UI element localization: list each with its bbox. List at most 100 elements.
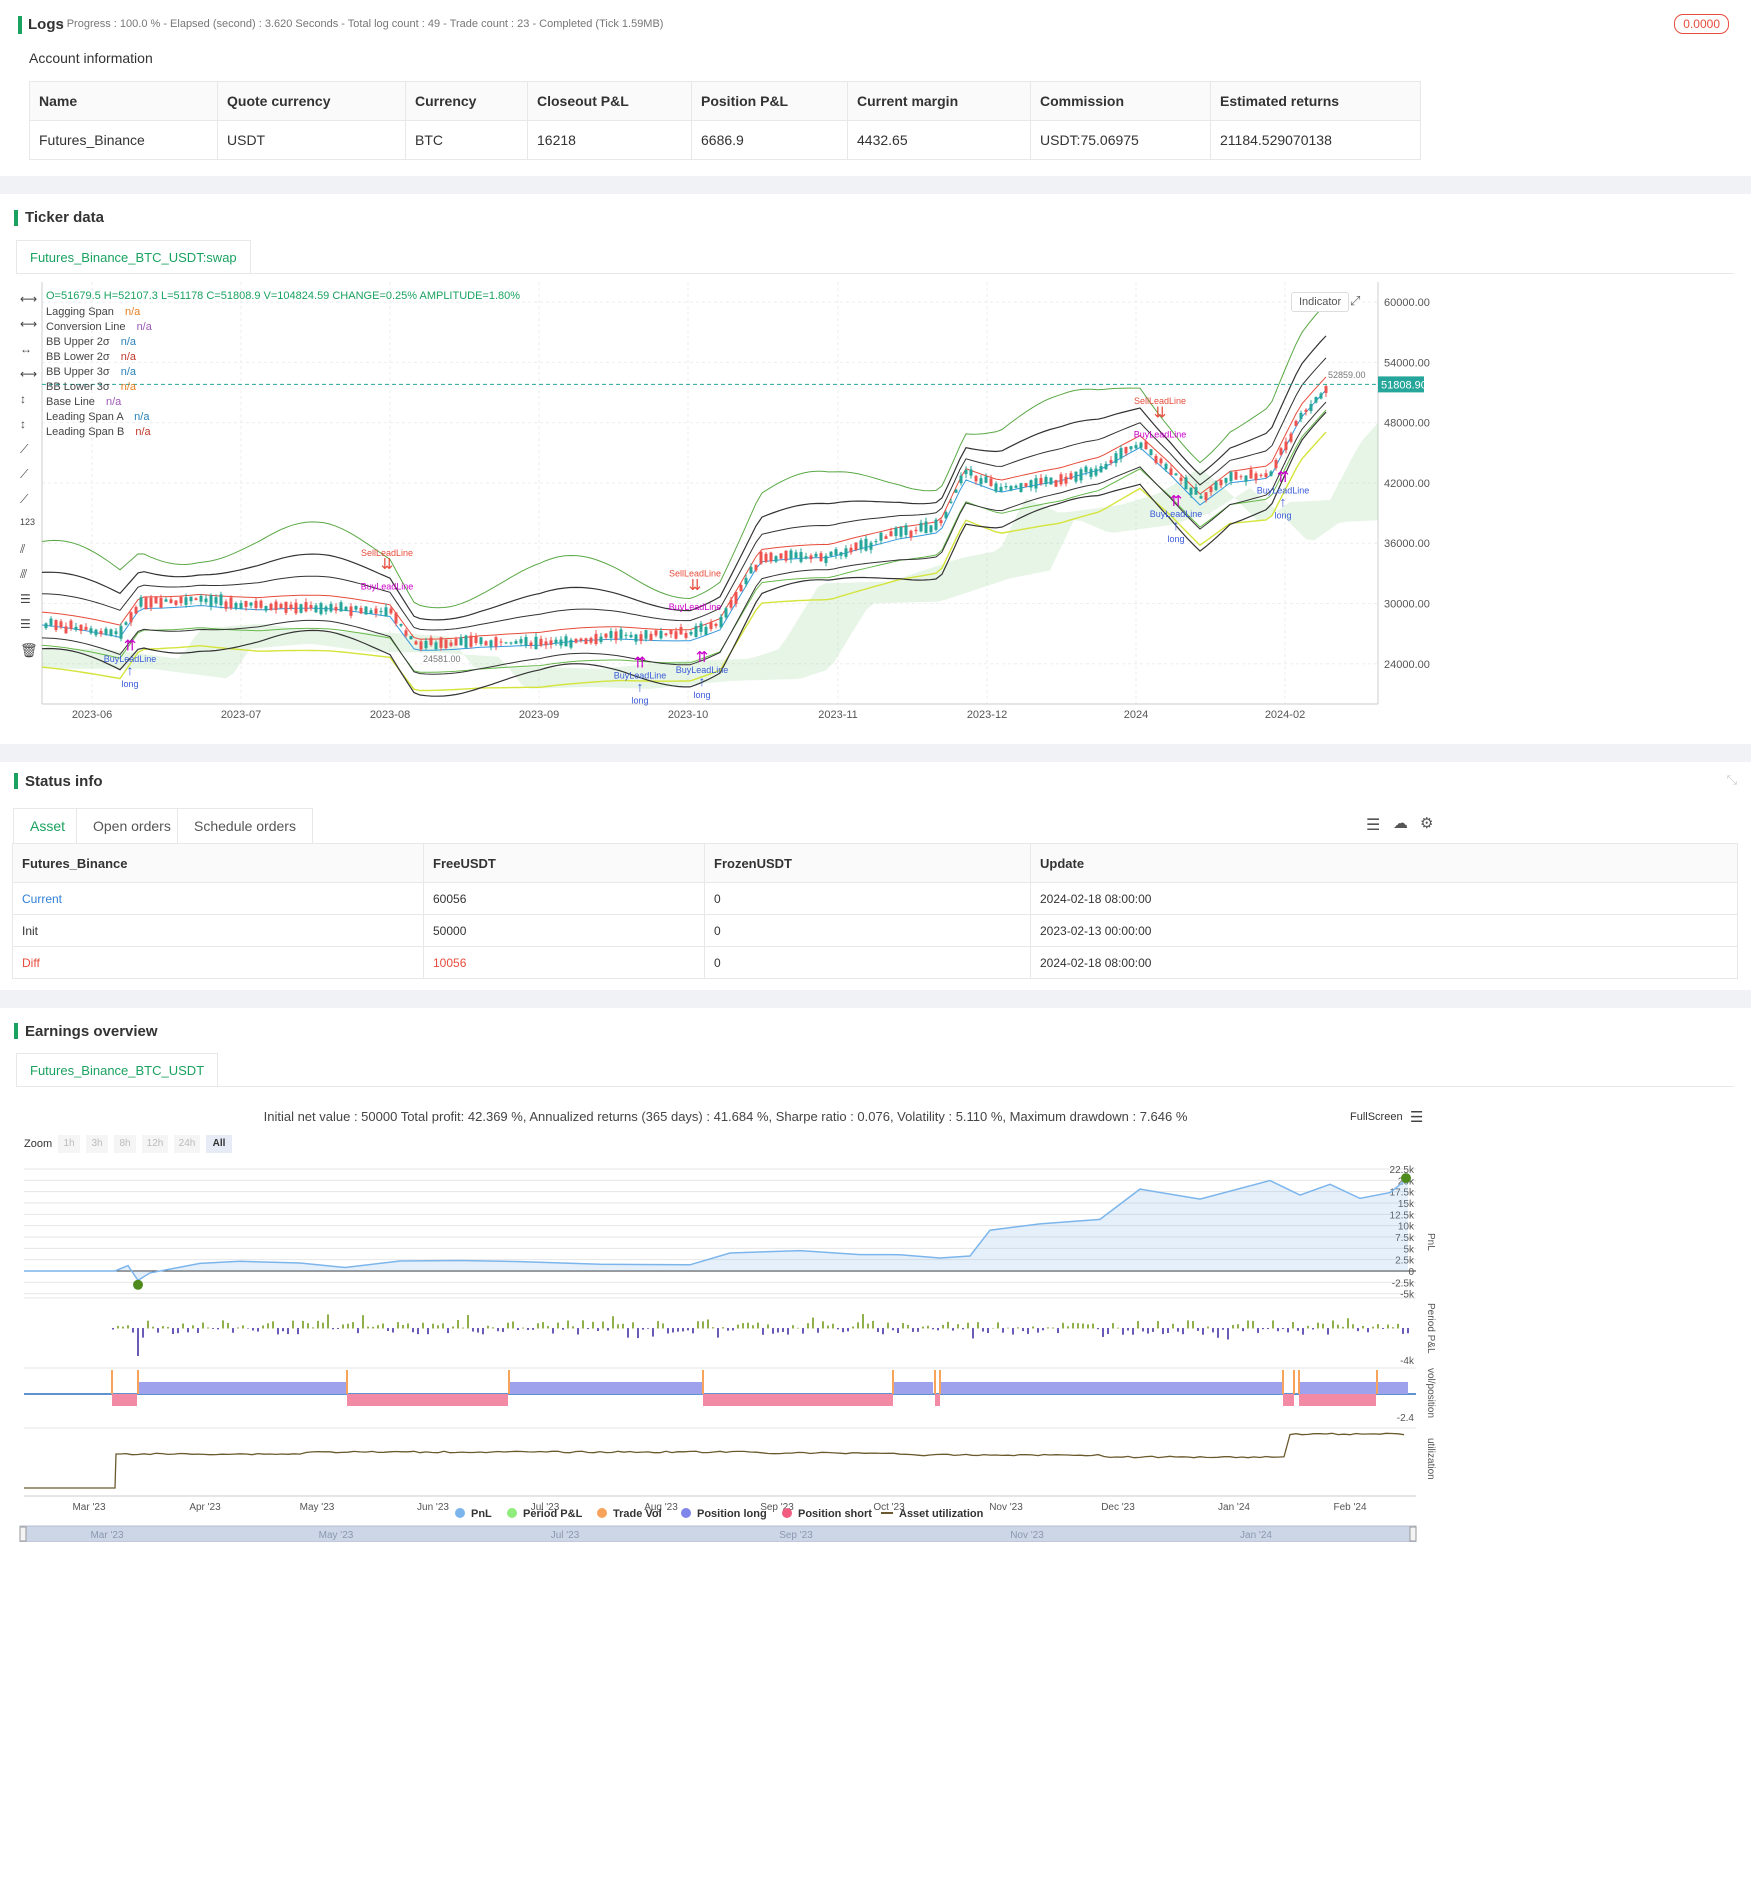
account-header-row: Name Quote currency Currency Closeout P&… [29, 81, 1421, 121]
earnings-accent [14, 1023, 18, 1039]
row-label-current[interactable]: Current [12, 882, 424, 915]
fullscreen-button[interactable]: FullScreen [1350, 1111, 1403, 1123]
tab-asset[interactable]: Asset [13, 808, 83, 843]
period-bar [802, 1328, 804, 1334]
period-bar [327, 1314, 329, 1329]
tab-earnings-symbol[interactable]: Futures_Binance_BTC_USDT [16, 1053, 219, 1087]
candle-body [534, 636, 538, 650]
period-bar [137, 1328, 139, 1356]
candle-body [99, 630, 103, 635]
period-bar [152, 1326, 154, 1329]
table-row: Diff 10056 0 2024-02-18 08:00:00 [12, 946, 1738, 979]
period-bar [472, 1328, 474, 1332]
cell: 21184.529070138 [1210, 120, 1421, 160]
gear-icon[interactable]: ⚙ [1420, 814, 1433, 832]
period-bar [567, 1320, 569, 1329]
menu-icon[interactable]: ☰ [1410, 1108, 1423, 1126]
earnings-chart[interactable]: 22.5k20k17.5k15k12.5k10k7.5k5k2.5k0-2.5k… [0, 1158, 1451, 1542]
lagging-span [41, 303, 1327, 609]
candle-body [1239, 476, 1243, 478]
candle-body [734, 592, 738, 604]
logs-card: Logs - Progress : 100.0 % - Elapsed (sec… [0, 0, 1751, 176]
logs-badge[interactable]: 0.0000 [1674, 14, 1729, 34]
period-bar [1352, 1324, 1354, 1329]
period-bar [962, 1328, 964, 1330]
period-bar [307, 1323, 309, 1329]
candle-body [714, 623, 718, 626]
zoom-12h[interactable]: 12h [142, 1135, 168, 1153]
candle-body [194, 598, 198, 601]
zoom-3h[interactable]: 3h [86, 1135, 108, 1153]
candle-body [374, 608, 378, 614]
period-bar [847, 1328, 849, 1332]
period-bar [762, 1328, 764, 1335]
period-bar [1097, 1328, 1099, 1330]
candle-body [989, 478, 993, 487]
candle-body [759, 551, 763, 564]
period-bar [577, 1328, 579, 1335]
tab-ticker-symbol[interactable]: Futures_Binance_BTC_USDT:swap [16, 240, 251, 274]
zoom-all[interactable]: All [206, 1135, 232, 1153]
legend-item: Base Line n/a [46, 396, 122, 408]
period-bar [257, 1328, 259, 1332]
signal-label: BuyLeadLine [1134, 429, 1187, 439]
candle-body [874, 541, 878, 543]
period-bar [1162, 1328, 1164, 1335]
candle-body [399, 623, 403, 626]
cloud-download-icon[interactable]: ☁ [1393, 814, 1408, 832]
indicator-button[interactable]: Indicator [1291, 292, 1350, 312]
y-tick-label: 24000.00 [1384, 659, 1430, 671]
period-bar [242, 1325, 244, 1329]
candle-body [1124, 446, 1128, 454]
candle-body [109, 629, 113, 636]
candle-body [959, 475, 963, 484]
period-bar [337, 1328, 339, 1330]
candle-body [889, 531, 893, 537]
candle-body [549, 640, 553, 645]
candle-body [1114, 453, 1118, 464]
expand-icon[interactable]: ⤢ [1350, 293, 1360, 309]
price-chart[interactable]: 60000.00 54000.00 48000.00 42000.00 36000.00… [0, 274, 1751, 744]
period-bar [1107, 1328, 1109, 1335]
trade-vol-bar [1376, 1370, 1378, 1394]
candle-body [1139, 442, 1143, 448]
y-tick-label: 42000.00 [1384, 478, 1430, 490]
period-bar [377, 1325, 379, 1329]
collapse-icon[interactable]: ⤡ [1727, 772, 1737, 788]
period-bar [592, 1321, 594, 1329]
zoom-8h[interactable]: 8h [114, 1135, 136, 1153]
list-icon[interactable]: ☰ [1366, 815, 1380, 835]
candle-body [1304, 409, 1308, 412]
cell: 0 [704, 946, 1031, 979]
candle-body [1264, 473, 1268, 477]
x-tick-label: 2023-11 [818, 709, 858, 721]
candle-body [284, 601, 288, 613]
period-bar [657, 1321, 659, 1329]
col-header: Closeout P&L [527, 81, 692, 121]
candle-body [1194, 487, 1198, 495]
candle-body [1229, 472, 1233, 482]
zoom-24h[interactable]: 24h [174, 1135, 200, 1153]
legend-item: Leading Span B n/a [46, 426, 151, 438]
earnings-title: Earnings overview [25, 1023, 158, 1040]
period-bar [912, 1328, 914, 1332]
period-bar [1012, 1328, 1014, 1335]
zoom-1h[interactable]: 1h [58, 1135, 80, 1153]
candle-body [384, 607, 388, 617]
period-bar [1347, 1318, 1349, 1329]
period-bar [357, 1328, 359, 1334]
tab-schedule-orders[interactable]: Schedule orders [177, 808, 313, 843]
period-bar [902, 1323, 904, 1329]
period-bar [1137, 1321, 1139, 1329]
period-bar [1387, 1324, 1389, 1329]
axis-title: PnL [1425, 1233, 1436, 1251]
candle-body [1004, 485, 1008, 488]
period-bar [707, 1319, 709, 1329]
candle-body [699, 623, 703, 632]
candle-body [1089, 468, 1093, 477]
col-header: Name [29, 81, 218, 121]
period-bar [1327, 1328, 1329, 1335]
navigator-tick-label: Jan '24 [1240, 1530, 1272, 1541]
tab-open-orders[interactable]: Open orders [76, 808, 188, 843]
period-bar [1367, 1328, 1369, 1333]
